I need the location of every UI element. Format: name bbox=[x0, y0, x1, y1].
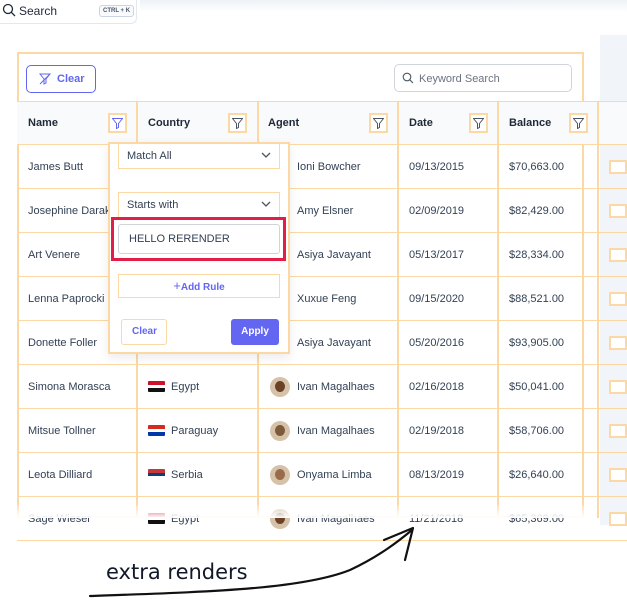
filter-icon bbox=[373, 118, 384, 129]
cell-agent: Asiya Javayant bbox=[297, 337, 371, 349]
cell-name: Art Venere bbox=[28, 249, 80, 261]
row-action-box[interactable] bbox=[609, 160, 627, 174]
cell-balance: $28,334.00 bbox=[509, 249, 565, 261]
filter-icon bbox=[112, 118, 123, 129]
avatar-face bbox=[275, 381, 285, 392]
agent-avatar bbox=[270, 421, 290, 441]
global-search[interactable]: Search CTRL + K bbox=[0, 0, 137, 24]
keyword-search[interactable] bbox=[394, 64, 572, 92]
row-action-box[interactable] bbox=[609, 468, 627, 482]
cell-agent: Amy Elsner bbox=[297, 205, 354, 217]
cell-agent: Ivan Magalhaes bbox=[297, 381, 375, 393]
filter-slash-icon bbox=[39, 73, 51, 85]
match-mode-value: Starts with bbox=[127, 199, 179, 211]
cell-date: 05/20/2016 bbox=[409, 337, 465, 349]
filter-icon bbox=[232, 118, 243, 129]
annotation-arrow bbox=[88, 526, 415, 598]
column-header-name[interactable]: Name bbox=[28, 101, 58, 145]
cell-date: 02/16/2018 bbox=[409, 381, 465, 393]
column-divider bbox=[497, 101, 499, 518]
search-icon bbox=[2, 3, 16, 17]
cell-date: 08/13/2019 bbox=[409, 469, 465, 481]
highlight-box bbox=[111, 217, 286, 261]
cell-agent: Ioni Bowcher bbox=[297, 161, 361, 173]
row-action-box[interactable] bbox=[609, 380, 627, 394]
cell-agent: Onyama Limba bbox=[297, 469, 372, 481]
cell-balance: $50,041.00 bbox=[509, 381, 565, 393]
cell-date: 09/15/2020 bbox=[409, 293, 465, 305]
cell-country: Serbia bbox=[171, 469, 203, 481]
agent-avatar bbox=[270, 377, 290, 397]
filter-icon bbox=[473, 118, 484, 129]
cell-name: Simona Morasca bbox=[28, 381, 111, 393]
row-action-box[interactable] bbox=[609, 336, 627, 350]
row-action-box[interactable] bbox=[609, 292, 627, 306]
row-action-box[interactable] bbox=[609, 248, 627, 262]
cell-balance: $58,706.00 bbox=[509, 425, 565, 437]
cell-agent: Xuxue Feng bbox=[297, 293, 357, 305]
column-header-date[interactable]: Date bbox=[409, 101, 433, 145]
annotation-text: extra renders bbox=[106, 560, 248, 584]
cell-country: Egypt bbox=[171, 381, 200, 393]
add-rule-button[interactable]: +Add Rule bbox=[118, 274, 280, 298]
cell-date: 02/19/2018 bbox=[409, 425, 465, 437]
cell-balance: $82,429.00 bbox=[509, 205, 565, 217]
cell-agent: Ivan Magalhaes bbox=[297, 425, 375, 437]
column-divider bbox=[397, 101, 399, 518]
cell-name: Josephine Darak bbox=[28, 205, 111, 217]
cell-name: James Butt bbox=[28, 161, 84, 173]
agent-avatar bbox=[270, 465, 290, 485]
clear-filters-button[interactable]: Clear bbox=[26, 65, 96, 93]
add-rule-label: Add Rule bbox=[180, 282, 225, 293]
cell-name: Donette Foller bbox=[28, 337, 98, 349]
cell-name: Leota Dilliard bbox=[28, 469, 93, 481]
filter-icon bbox=[573, 118, 584, 129]
row-divider bbox=[17, 452, 627, 453]
row-divider bbox=[17, 408, 627, 409]
cell-name: Lenna Paprocki bbox=[28, 293, 105, 305]
avatar-face bbox=[275, 425, 285, 436]
balance-filter-button[interactable] bbox=[569, 113, 588, 133]
cell-balance: $70,663.00 bbox=[509, 161, 565, 173]
global-search-label: Search bbox=[19, 4, 58, 18]
flag-icon bbox=[148, 469, 165, 480]
column-divider bbox=[597, 101, 599, 518]
cell-name: Mitsue Tollner bbox=[28, 425, 96, 437]
operator-dropdown[interactable]: Match All bbox=[118, 143, 280, 169]
row-divider bbox=[17, 496, 627, 497]
row-action-box[interactable] bbox=[609, 204, 627, 218]
column-header-balance[interactable]: Balance bbox=[509, 101, 551, 145]
operator-value: Match All bbox=[127, 150, 172, 162]
keyword-search-input[interactable] bbox=[419, 70, 567, 87]
cell-date: 05/13/2017 bbox=[409, 249, 465, 261]
match-mode-dropdown[interactable]: Starts with bbox=[118, 192, 280, 218]
chevron-down-icon bbox=[261, 201, 271, 207]
clear-filters-label: Clear bbox=[57, 73, 85, 85]
row-divider bbox=[17, 364, 627, 365]
country-filter-button[interactable] bbox=[228, 113, 247, 133]
search-icon bbox=[402, 72, 414, 84]
cell-balance: $88,521.00 bbox=[509, 293, 565, 305]
agent-filter-button[interactable] bbox=[369, 113, 388, 133]
column-header-agent[interactable]: Agent bbox=[268, 101, 299, 145]
cell-date: 02/09/2019 bbox=[409, 205, 465, 217]
flag-icon bbox=[148, 425, 165, 436]
cell-country: Paraguay bbox=[171, 425, 219, 437]
avatar-face bbox=[275, 469, 285, 480]
date-filter-button[interactable] bbox=[469, 113, 488, 133]
search-shortcut-badge: CTRL + K bbox=[99, 5, 135, 17]
top-bar-shadow bbox=[140, 0, 627, 12]
cell-agent: Asiya Javayant bbox=[297, 249, 371, 261]
column-header-country[interactable]: Country bbox=[148, 101, 190, 145]
cell-balance: $26,640.00 bbox=[509, 469, 565, 481]
filter-apply-button[interactable]: Apply bbox=[231, 319, 279, 345]
name-filter-button[interactable] bbox=[108, 113, 127, 133]
filter-clear-button[interactable]: Clear bbox=[121, 319, 167, 345]
chevron-down-icon bbox=[261, 152, 271, 158]
row-action-box[interactable] bbox=[609, 424, 627, 438]
plus-icon: + bbox=[173, 278, 181, 293]
cell-balance: $93,905.00 bbox=[509, 337, 565, 349]
cell-date: 09/13/2015 bbox=[409, 161, 465, 173]
flag-icon bbox=[148, 381, 165, 392]
